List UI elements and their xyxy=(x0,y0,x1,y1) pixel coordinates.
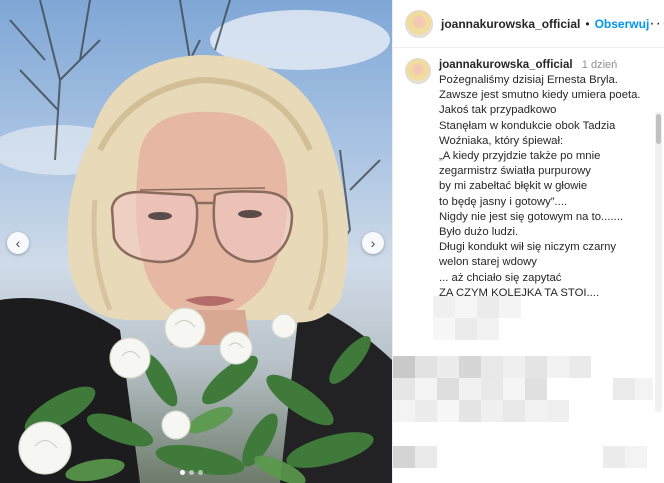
caption: joannakurowska_official 1 dzień Pożegnal… xyxy=(405,58,664,301)
selfie-image xyxy=(0,0,392,483)
caption-line: to będę jasny i gotowy”.... xyxy=(439,195,568,208)
post-header: joannakurowska_official • Obserwuj ··· xyxy=(393,0,664,48)
caption-line: Stanęłam w kondukcie obok Tadzia xyxy=(439,119,616,132)
post-sidebar: joannakurowska_official • Obserwuj ··· j… xyxy=(392,0,664,483)
caption-line: by mi zabełtać błękit w głowie xyxy=(439,180,588,193)
carousel-dot xyxy=(180,470,185,475)
caption-line: Nigdy nie jest się gotowym na to....... xyxy=(439,210,623,223)
caption-meta: joannakurowska_official 1 dzień xyxy=(439,58,649,72)
caption-line: Długi kondukt wił się niczym czarny xyxy=(439,241,617,254)
caption-line: Jakoś tak przypadkowo xyxy=(439,104,557,117)
caption-timestamp[interactable]: 1 dzień xyxy=(582,59,617,71)
separator-dot: • xyxy=(585,16,590,31)
caption-line: zegarmistrz światła purpurowy xyxy=(439,165,591,178)
header-username[interactable]: joannakurowska_official xyxy=(441,17,580,31)
caption-line: Woźniaka, który śpiewał: xyxy=(439,134,564,147)
caption-line: Było dużo ludzi. xyxy=(439,226,519,239)
caption-line: „A kiedy przyjdzie także po mnie xyxy=(439,150,601,163)
caption-line: Zawsze jest smutno kiedy umiera poeta. xyxy=(439,89,641,102)
caption-line: welon starej wdowy xyxy=(439,256,537,269)
caption-username[interactable]: joannakurowska_official xyxy=(439,59,573,71)
caption-text: Pożegnaliśmy dzisiaj Ernesta Bryla. Zaws… xyxy=(439,73,649,301)
caption-line: Pożegnaliśmy dzisiaj Ernesta Bryla. xyxy=(439,74,618,86)
carousel-prev-button[interactable]: ‹ xyxy=(7,232,29,254)
caption-body: joannakurowska_official 1 dzień Pożegnal… xyxy=(439,58,649,301)
carousel-next-button[interactable]: › xyxy=(362,232,384,254)
comments-section: joannakurowska_official 1 dzień Pożegnal… xyxy=(393,48,664,483)
scrollbar-thumb[interactable] xyxy=(656,114,661,144)
caption-avatar[interactable] xyxy=(405,58,431,84)
carousel-dot xyxy=(189,470,194,475)
post-photo[interactable]: ‹ › xyxy=(0,0,392,483)
follow-button[interactable]: Obserwuj xyxy=(595,17,650,31)
more-icon[interactable]: ··· xyxy=(649,15,664,33)
carousel-indicator xyxy=(180,470,203,475)
avatar[interactable] xyxy=(405,9,433,38)
caption-line: ... aż chciało się zapytać xyxy=(439,271,562,284)
censored-comments xyxy=(393,296,653,476)
comments-scrollbar[interactable] xyxy=(655,112,662,412)
carousel-dot xyxy=(198,470,203,475)
